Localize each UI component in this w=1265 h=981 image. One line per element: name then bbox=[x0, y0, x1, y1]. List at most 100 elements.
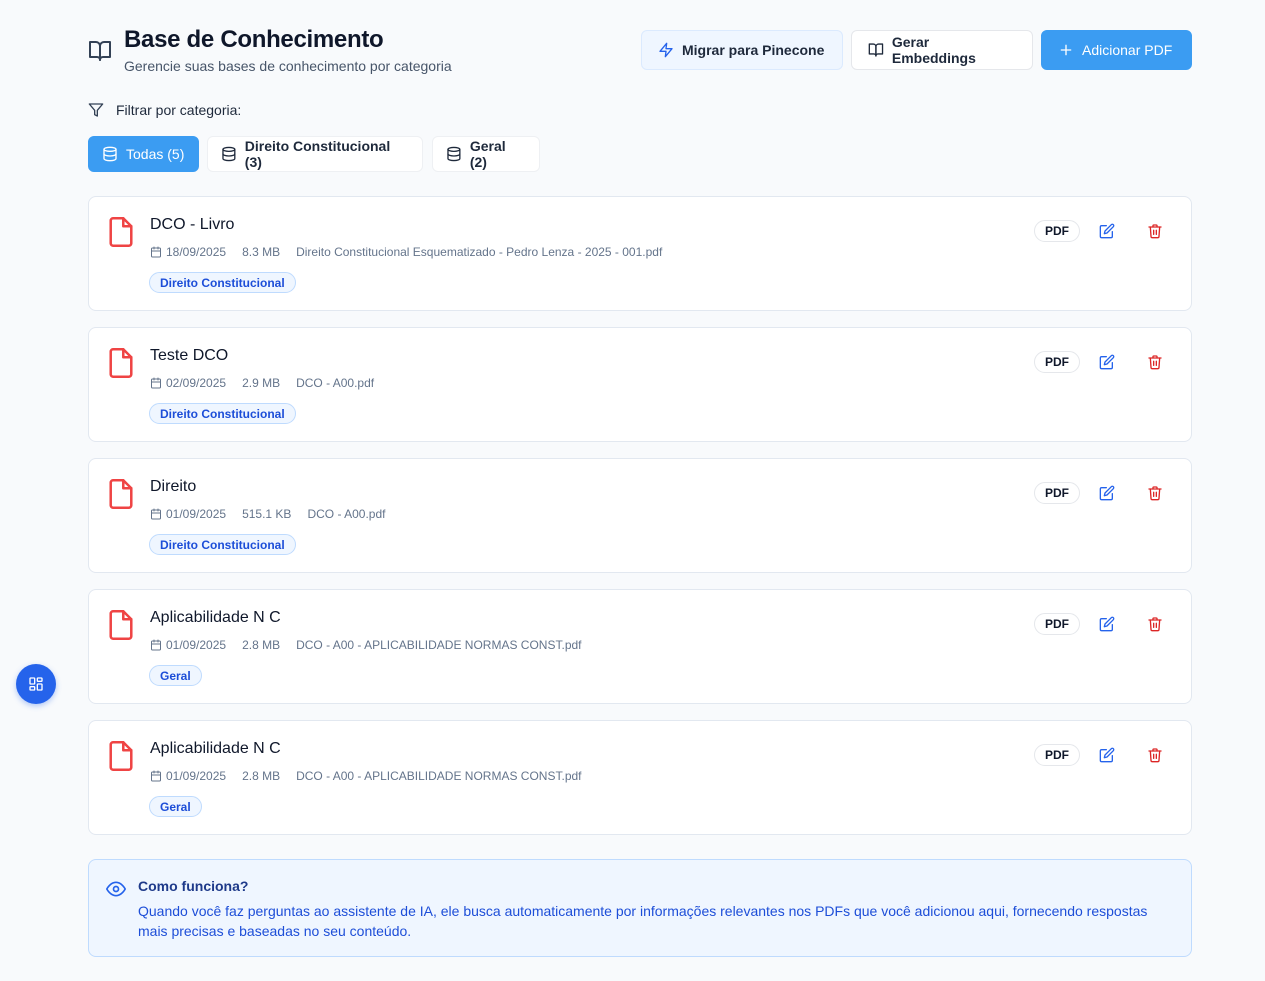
calendar-icon bbox=[151, 770, 161, 782]
category-tag: Direito Constitucional bbox=[149, 534, 296, 555]
file-icon bbox=[109, 610, 133, 640]
migrate-pinecone-button[interactable]: Migrar para Pinecone bbox=[641, 30, 843, 70]
calendar-icon bbox=[151, 639, 161, 651]
delete-button[interactable] bbox=[1139, 346, 1171, 378]
trash-icon bbox=[1148, 748, 1162, 763]
file-icon bbox=[109, 348, 133, 378]
document-filename: DCO - A00 - APLICABILIDADE NORMAS CONST.… bbox=[296, 638, 582, 652]
edit-icon bbox=[1099, 354, 1115, 370]
document-size: 515.1 KB bbox=[242, 507, 292, 521]
edit-icon bbox=[1099, 223, 1115, 239]
calendar-icon bbox=[151, 508, 161, 520]
chip-label: Direito Constitucional (3) bbox=[244, 138, 391, 170]
document-size: 2.9 MB bbox=[242, 376, 281, 390]
document-title: Aplicabilidade N C bbox=[150, 740, 281, 757]
chip-label: Todas (5) bbox=[126, 146, 185, 162]
document-meta: 01/09/2025 515.1 KB DCO - A00.pdf bbox=[150, 507, 385, 521]
document-filename: DCO - A00.pdf bbox=[296, 376, 375, 390]
document-title: Teste DCO bbox=[150, 347, 229, 364]
edit-icon bbox=[1099, 485, 1115, 501]
document-filename: DCO - A00.pdf bbox=[307, 507, 386, 521]
document-card: Teste DCO 02/09/2025 2.9 MB DCO - A00.pd… bbox=[88, 327, 1192, 442]
document-card: DCO - Livro 18/09/2025 8.3 MB Direito Co… bbox=[88, 196, 1192, 311]
zap-icon bbox=[659, 42, 673, 58]
chip-all[interactable]: Todas (5) bbox=[88, 136, 199, 172]
document-card: Direito 01/09/2025 515.1 KB DCO - A00.pd… bbox=[88, 458, 1192, 573]
document-meta: 02/09/2025 2.9 MB DCO - A00.pdf bbox=[150, 376, 374, 390]
document-filename: Direito Constitucional Esquematizado - P… bbox=[296, 245, 663, 259]
eye-icon bbox=[106, 881, 126, 897]
database-icon bbox=[447, 146, 461, 162]
document-meta: 01/09/2025 2.8 MB DCO - A00 - APLICABILI… bbox=[150, 769, 582, 783]
document-date: 01/09/2025 bbox=[166, 507, 227, 521]
document-title: Direito bbox=[150, 478, 197, 495]
delete-button[interactable] bbox=[1139, 608, 1171, 640]
edit-button[interactable] bbox=[1091, 739, 1123, 771]
page-title: Base de Conhecimento bbox=[124, 26, 384, 53]
book-open-icon bbox=[868, 43, 884, 57]
document-size: 2.8 MB bbox=[242, 638, 281, 652]
add-pdf-button[interactable]: Adicionar PDF bbox=[1041, 30, 1192, 70]
document-title: DCO - Livro bbox=[150, 216, 235, 233]
category-tag: Geral bbox=[149, 665, 202, 686]
pdf-badge: PDF bbox=[1034, 613, 1080, 635]
database-icon bbox=[222, 146, 236, 162]
document-date: 01/09/2025 bbox=[166, 638, 227, 652]
edit-button[interactable] bbox=[1091, 608, 1123, 640]
category-tag: Direito Constitucional bbox=[149, 403, 296, 424]
page-header: Base de Conhecimento Gerencie suas bases… bbox=[88, 26, 1192, 76]
document-meta: 18/09/2025 8.3 MB Direito Constitucional… bbox=[150, 245, 662, 259]
knowledge-base-page: Base de Conhecimento Gerencie suas bases… bbox=[0, 0, 1265, 981]
filter-icon bbox=[88, 103, 104, 117]
info-text: Quando você faz perguntas ao assistente … bbox=[138, 903, 1148, 939]
file-icon bbox=[109, 217, 133, 247]
pdf-badge: PDF bbox=[1034, 220, 1080, 242]
pdf-badge: PDF bbox=[1034, 351, 1080, 373]
document-title: Aplicabilidade N C bbox=[150, 609, 281, 626]
trash-icon bbox=[1148, 486, 1162, 501]
document-filename: DCO - A00 - APLICABILIDADE NORMAS CONST.… bbox=[296, 769, 582, 783]
edit-icon bbox=[1099, 616, 1115, 632]
edit-button[interactable] bbox=[1091, 215, 1123, 247]
edit-icon bbox=[1099, 747, 1115, 763]
calendar-icon bbox=[151, 246, 161, 258]
document-date: 01/09/2025 bbox=[166, 769, 227, 783]
filter-label: Filtrar por categoria: bbox=[116, 102, 242, 118]
calendar-icon bbox=[151, 377, 161, 389]
document-card: Aplicabilidade N C 01/09/2025 2.8 MB DCO… bbox=[88, 589, 1192, 704]
pdf-badge: PDF bbox=[1034, 744, 1080, 766]
edit-button[interactable] bbox=[1091, 477, 1123, 509]
pdf-badge: PDF bbox=[1034, 482, 1080, 504]
trash-icon bbox=[1148, 224, 1162, 239]
document-size: 8.3 MB bbox=[242, 245, 281, 259]
how-it-works-box: Como funciona? Quando você faz perguntas… bbox=[88, 859, 1192, 957]
grid-icon bbox=[29, 677, 43, 691]
book-open-icon bbox=[89, 41, 111, 61]
chip-label: Geral (2) bbox=[469, 138, 506, 170]
file-icon bbox=[109, 479, 133, 509]
floating-menu-button[interactable] bbox=[16, 664, 56, 704]
document-card: Aplicabilidade N C 01/09/2025 2.8 MB DCO… bbox=[88, 720, 1192, 835]
add-pdf-label: Adicionar PDF bbox=[1082, 42, 1173, 58]
embeddings-label: Gerar Embeddings bbox=[891, 34, 976, 66]
chip-direito-constitucional[interactable]: Direito Constitucional (3) bbox=[207, 136, 423, 172]
filter-row: Filtrar por categoria: bbox=[88, 100, 241, 120]
delete-button[interactable] bbox=[1139, 215, 1171, 247]
edit-button[interactable] bbox=[1091, 346, 1123, 378]
generate-embeddings-button[interactable]: Gerar Embeddings bbox=[851, 30, 1033, 70]
document-date: 18/09/2025 bbox=[166, 245, 227, 259]
database-icon bbox=[103, 146, 117, 162]
info-title: Como funciona? bbox=[138, 878, 249, 894]
plus-icon bbox=[1060, 44, 1072, 56]
document-date: 02/09/2025 bbox=[166, 376, 227, 390]
trash-icon bbox=[1148, 617, 1162, 632]
delete-button[interactable] bbox=[1139, 739, 1171, 771]
category-tag: Direito Constitucional bbox=[149, 272, 296, 293]
file-icon bbox=[109, 741, 133, 771]
category-tag: Geral bbox=[149, 796, 202, 817]
trash-icon bbox=[1148, 355, 1162, 370]
delete-button[interactable] bbox=[1139, 477, 1171, 509]
chip-geral[interactable]: Geral (2) bbox=[432, 136, 540, 172]
document-meta: 01/09/2025 2.8 MB DCO - A00 - APLICABILI… bbox=[150, 638, 582, 652]
migrate-label: Migrar para Pinecone bbox=[682, 42, 825, 58]
